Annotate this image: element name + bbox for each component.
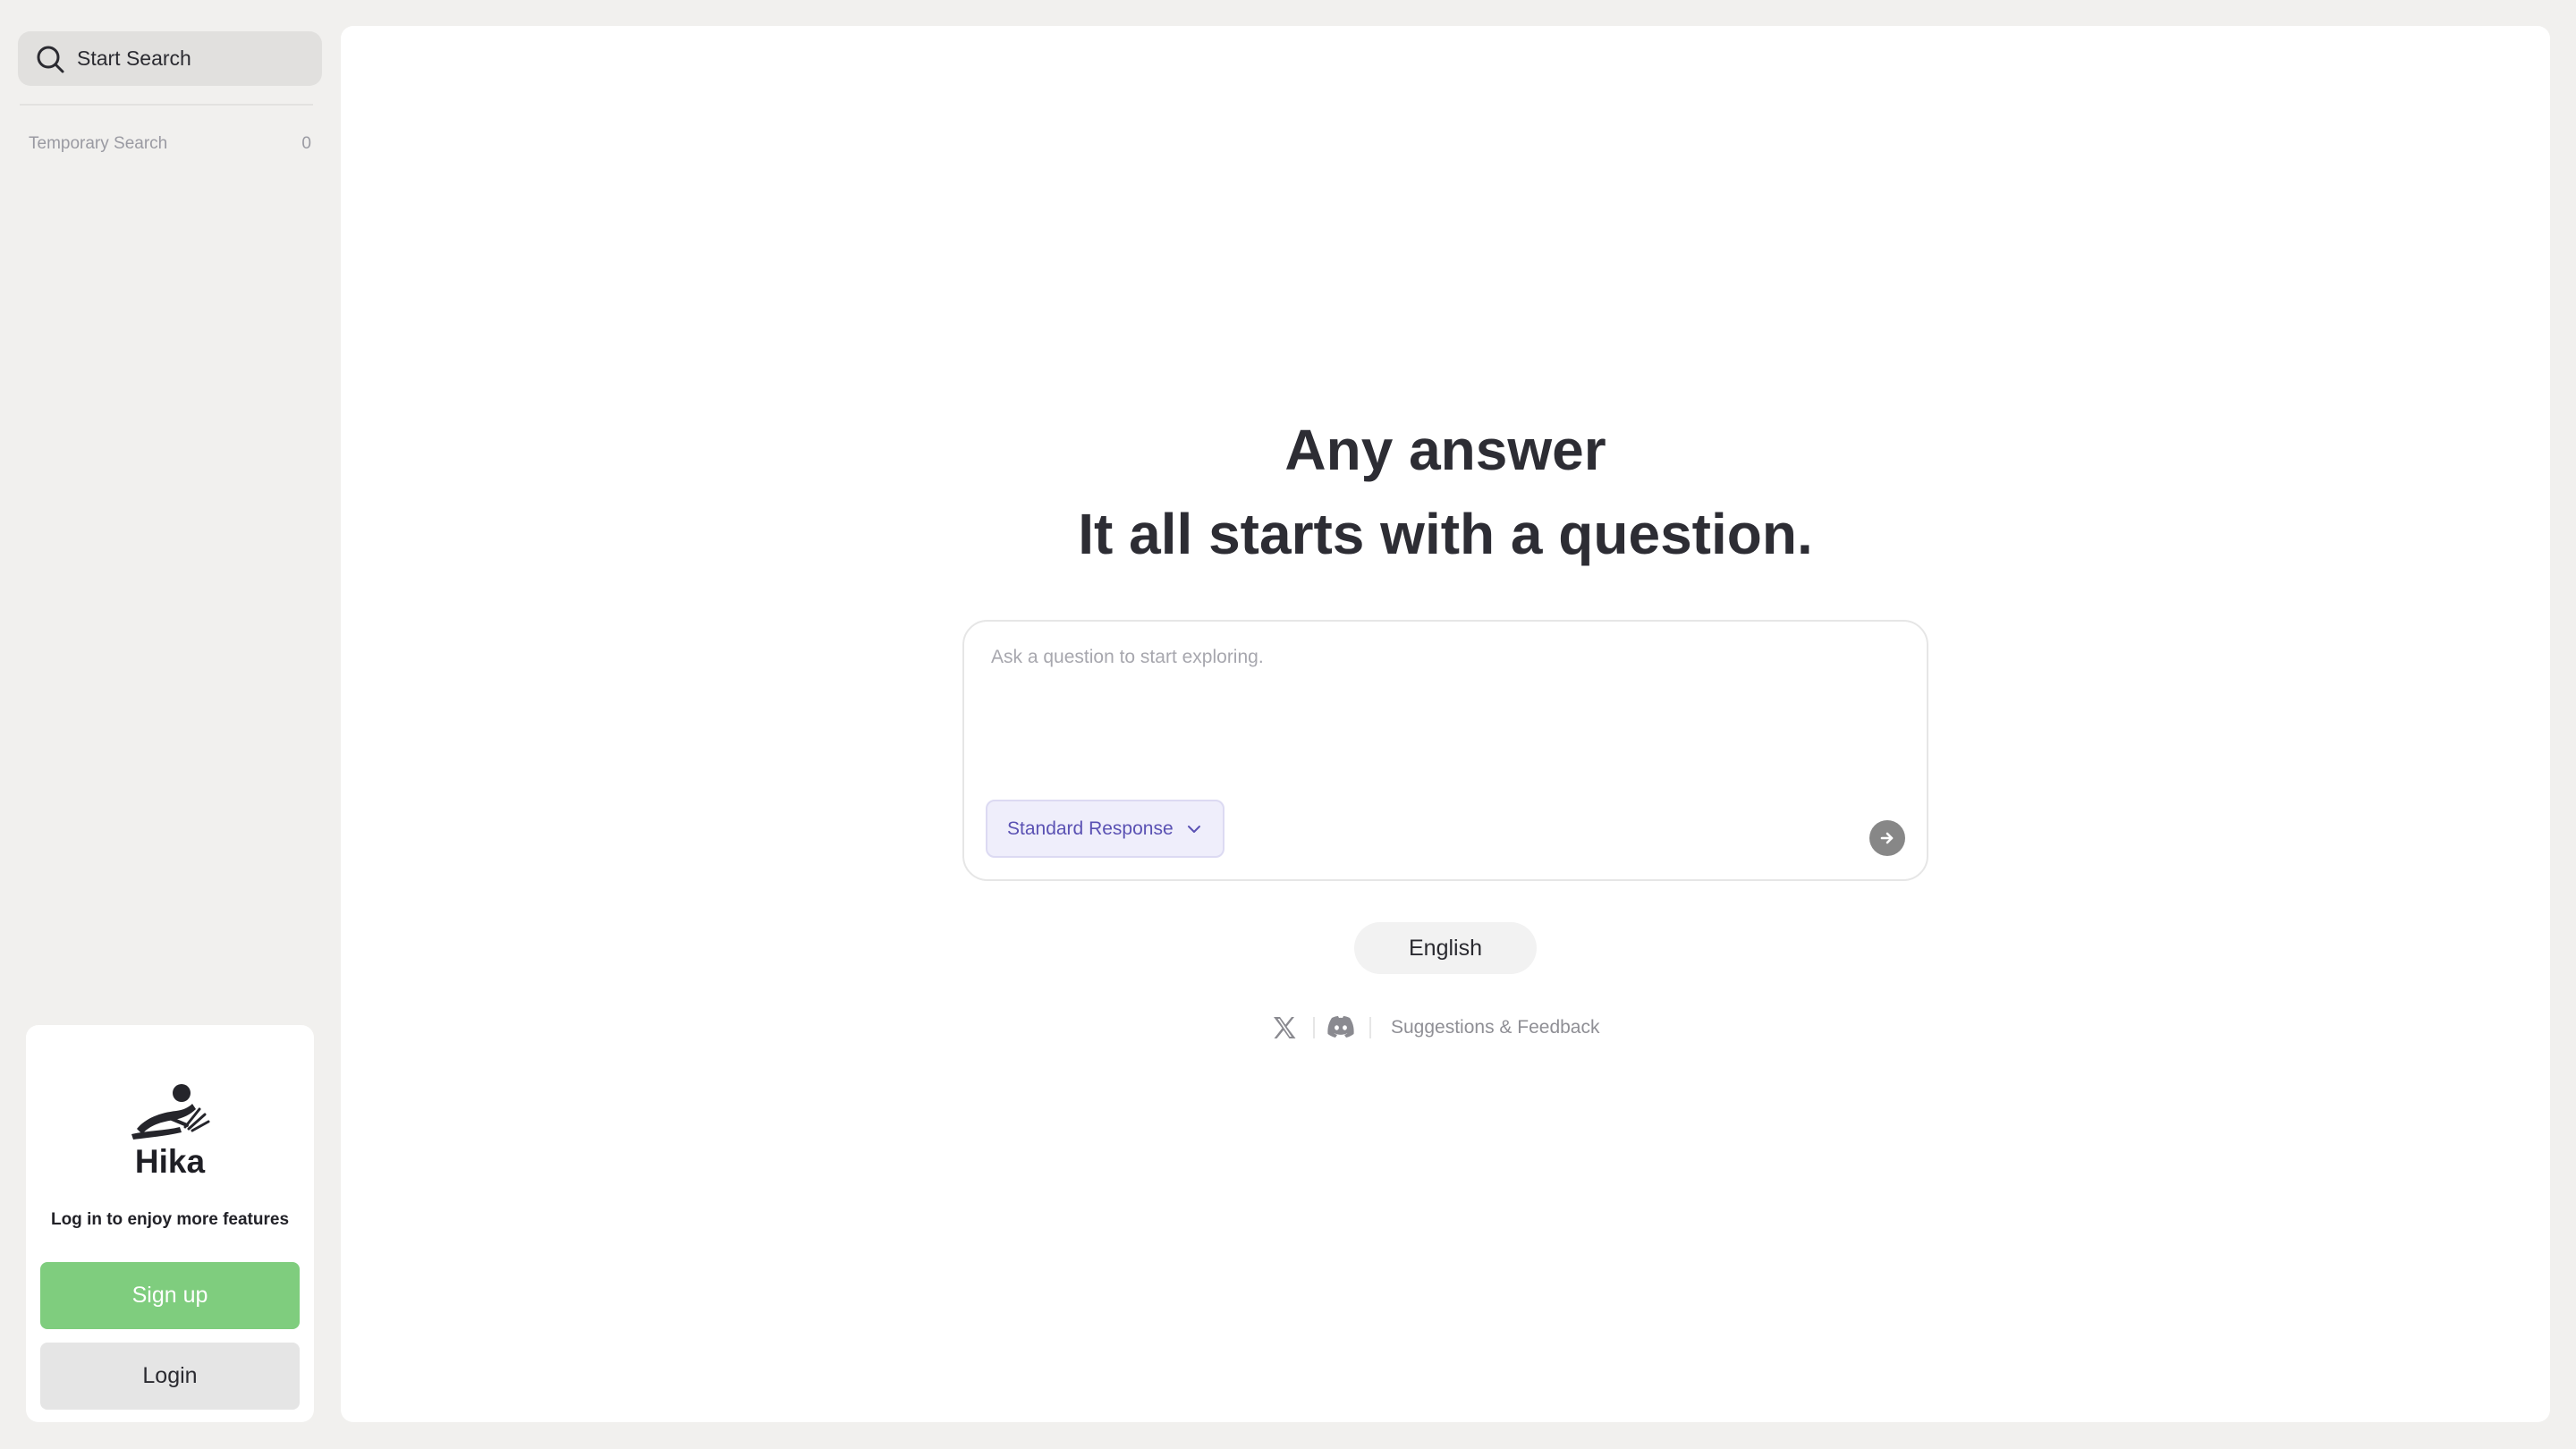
login-card: Hika Log in to enjoy more features Sign … (26, 1025, 314, 1422)
main-panel: Any answer It all starts with a question… (341, 26, 2550, 1422)
start-search-label: Start Search (77, 47, 191, 70)
question-input[interactable] (991, 647, 1894, 781)
footer-separator (1313, 1017, 1315, 1038)
sign-up-button[interactable]: Sign up (40, 1262, 300, 1329)
temporary-search-label: Temporary Search (29, 134, 168, 153)
chevron-down-icon (1187, 825, 1200, 833)
question-composer: Standard Response (962, 620, 1928, 881)
headline-line-1: Any answer (1284, 418, 1606, 482)
temporary-search-row[interactable]: Temporary Search 0 (29, 134, 311, 154)
brand-name: Hika (134, 1143, 206, 1180)
discord-icon[interactable] (1326, 1013, 1356, 1040)
language-button[interactable]: English (1354, 922, 1537, 974)
response-mode-label: Standard Response (1007, 818, 1174, 839)
search-icon (37, 46, 64, 72)
send-button[interactable] (1869, 820, 1905, 856)
temporary-search-count: 0 (301, 134, 311, 153)
footer-links: Suggestions & Feedback (341, 1010, 2550, 1046)
headline-line-2: It all starts with a question. (1078, 502, 1813, 566)
suggestions-feedback-link[interactable]: Suggestions & Feedback (1391, 1017, 1599, 1038)
hika-logo-icon (130, 1082, 210, 1145)
response-mode-select[interactable]: Standard Response (986, 800, 1224, 858)
sidebar-divider (20, 104, 313, 106)
sidebar: Start Search Temporary Search 0 Hika Log… (0, 0, 340, 1449)
arrow-right-icon (1880, 832, 1894, 844)
x-logo-icon[interactable] (1271, 1014, 1298, 1041)
start-search-button[interactable]: Start Search (18, 31, 322, 86)
login-tip: Log in to enjoy more features (50, 1210, 290, 1229)
footer-separator (1369, 1017, 1371, 1038)
login-button[interactable]: Login (40, 1343, 300, 1410)
